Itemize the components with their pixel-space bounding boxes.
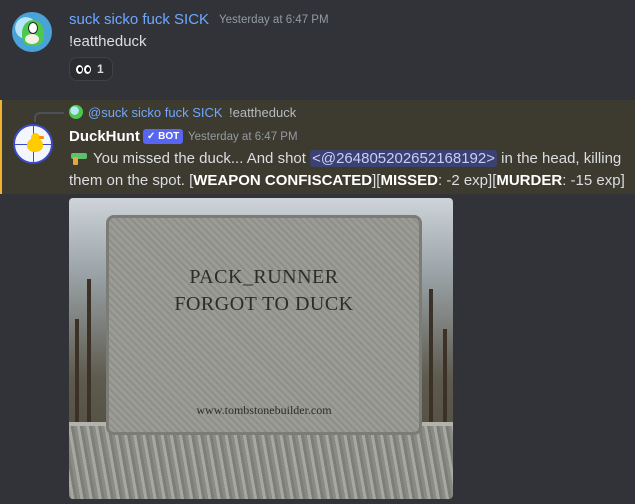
user-mention[interactable]: <@264805202652168192> <box>310 150 498 167</box>
weapon-confiscated-label: WEAPON CONFISCATED <box>193 172 373 189</box>
murder-label: MURDER <box>496 172 563 189</box>
message-1: suck sicko fuck SICK Yesterday at 6:47 P… <box>0 0 635 96</box>
tombstone-line-1: PACK_RUNNER <box>189 266 339 288</box>
tombstone-line-2: FORGOT TO DUCK <box>174 293 354 315</box>
tombstone-watermark: www.tombstonebuilder.com <box>196 403 332 417</box>
reaction-button[interactable]: 1 <box>69 57 113 81</box>
tombstone: PACK_RUNNER FORGOT TO DUCK www.tombstone… <box>106 215 422 435</box>
timestamp[interactable]: Yesterday at 6:47 PM <box>188 131 298 143</box>
reply-connector <box>34 112 64 122</box>
author-name[interactable]: suck sicko fuck SICK <box>69 11 209 28</box>
bot-badge: ✓ BOT <box>143 129 184 144</box>
reply-author[interactable]: @suck sicko fuck SICK <box>88 105 223 120</box>
eyes-icon <box>76 64 91 74</box>
reply-avatar[interactable] <box>69 105 83 119</box>
bot-avatar[interactable] <box>13 124 53 164</box>
reply-content[interactable]: !eattheduck <box>229 105 296 120</box>
bot-name[interactable]: DuckHunt <box>69 128 140 145</box>
reaction-count: 1 <box>97 62 104 76</box>
message-content: You missed the duck... And shot <@264805… <box>69 150 625 189</box>
user-avatar[interactable] <box>12 12 52 52</box>
water-gun-icon <box>69 151 89 165</box>
timestamp[interactable]: Yesterday at 6:47 PM <box>219 14 329 26</box>
message-content: !eattheduck <box>69 33 147 50</box>
tombstone-image[interactable]: PACK_RUNNER FORGOT TO DUCK www.tombstone… <box>69 198 453 499</box>
missed-label: MISSED <box>380 172 438 189</box>
